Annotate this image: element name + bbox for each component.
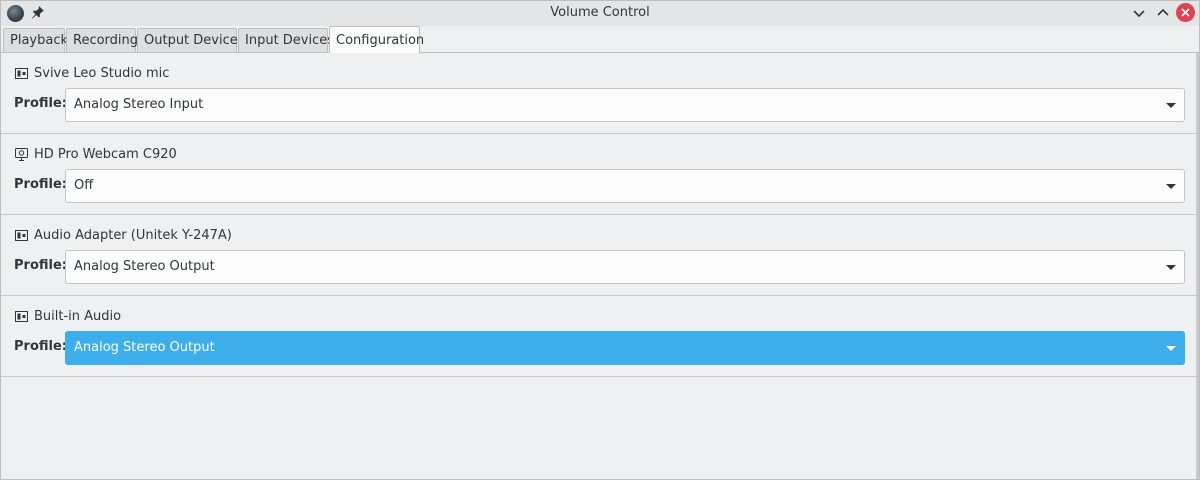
- profile-label: Profile:: [14, 258, 67, 273]
- tab-playback[interactable]: Playback: [3, 28, 68, 52]
- minimize-chevron-down-icon[interactable]: [1130, 4, 1148, 22]
- profile-dropdown[interactable]: Analog Stereo Output: [65, 250, 1185, 284]
- volume-control-window: Volume Control Playback Recording Output…: [0, 0, 1200, 480]
- device-name: Svive Leo Studio mic: [34, 65, 170, 81]
- device-card: Svive Leo Studio mic Profile: Analog Ste…: [1, 53, 1199, 134]
- device-name: Built-in Audio: [34, 308, 122, 324]
- profile-selected-value: Off: [74, 178, 94, 193]
- profile-label: Profile:: [14, 339, 67, 354]
- device-header: Audio Adapter (Unitek Y-247A): [15, 226, 232, 244]
- device-name: Audio Adapter (Unitek Y-247A): [34, 227, 232, 243]
- device-header: HD Pro Webcam C920: [15, 145, 177, 163]
- tab-bar: Playback Recording Output Devices Input …: [1, 26, 1199, 53]
- profile-label: Profile:: [14, 177, 67, 192]
- device-card: Audio Adapter (Unitek Y-247A) Profile: A…: [1, 215, 1199, 296]
- profile-selected-value: Analog Stereo Output: [74, 340, 215, 355]
- tab-input-devices[interactable]: Input Devices: [238, 28, 334, 52]
- dropdown-arrow-icon: [1166, 265, 1176, 270]
- profile-dropdown[interactable]: Off: [65, 169, 1185, 203]
- profile-label: Profile:: [14, 96, 67, 111]
- device-header: Svive Leo Studio mic: [15, 64, 169, 82]
- profile-dropdown[interactable]: Analog Stereo Output: [65, 331, 1185, 365]
- device-header: Built-in Audio: [15, 307, 121, 325]
- device-name: HD Pro Webcam C920: [34, 146, 177, 162]
- audio-card-icon: [15, 67, 28, 79]
- device-card: Built-in Audio Profile: Analog Stereo Ou…: [1, 296, 1199, 377]
- tab-recording[interactable]: Recording: [66, 28, 138, 52]
- tab-output-devices[interactable]: Output Devices: [137, 28, 245, 52]
- window-edge: [1196, 53, 1199, 479]
- dropdown-arrow-icon: [1166, 346, 1176, 351]
- audio-card-icon: [15, 310, 28, 322]
- device-card: HD Pro Webcam C920 Profile: Off: [1, 134, 1199, 215]
- dropdown-arrow-icon: [1166, 103, 1176, 108]
- webcam-icon: [15, 147, 28, 161]
- close-icon[interactable]: [1176, 3, 1195, 22]
- profile-dropdown[interactable]: Analog Stereo Input: [65, 88, 1185, 122]
- configuration-panel: Svive Leo Studio mic Profile: Analog Ste…: [1, 53, 1199, 377]
- dropdown-arrow-icon: [1166, 184, 1176, 189]
- title-bar[interactable]: Volume Control: [1, 1, 1199, 26]
- window-title: Volume Control: [550, 5, 650, 20]
- audio-card-icon: [15, 229, 28, 241]
- maximize-chevron-up-icon[interactable]: [1154, 4, 1172, 22]
- profile-selected-value: Analog Stereo Output: [74, 259, 215, 274]
- profile-selected-value: Analog Stereo Input: [74, 97, 204, 112]
- tab-configuration[interactable]: Configuration: [329, 26, 424, 53]
